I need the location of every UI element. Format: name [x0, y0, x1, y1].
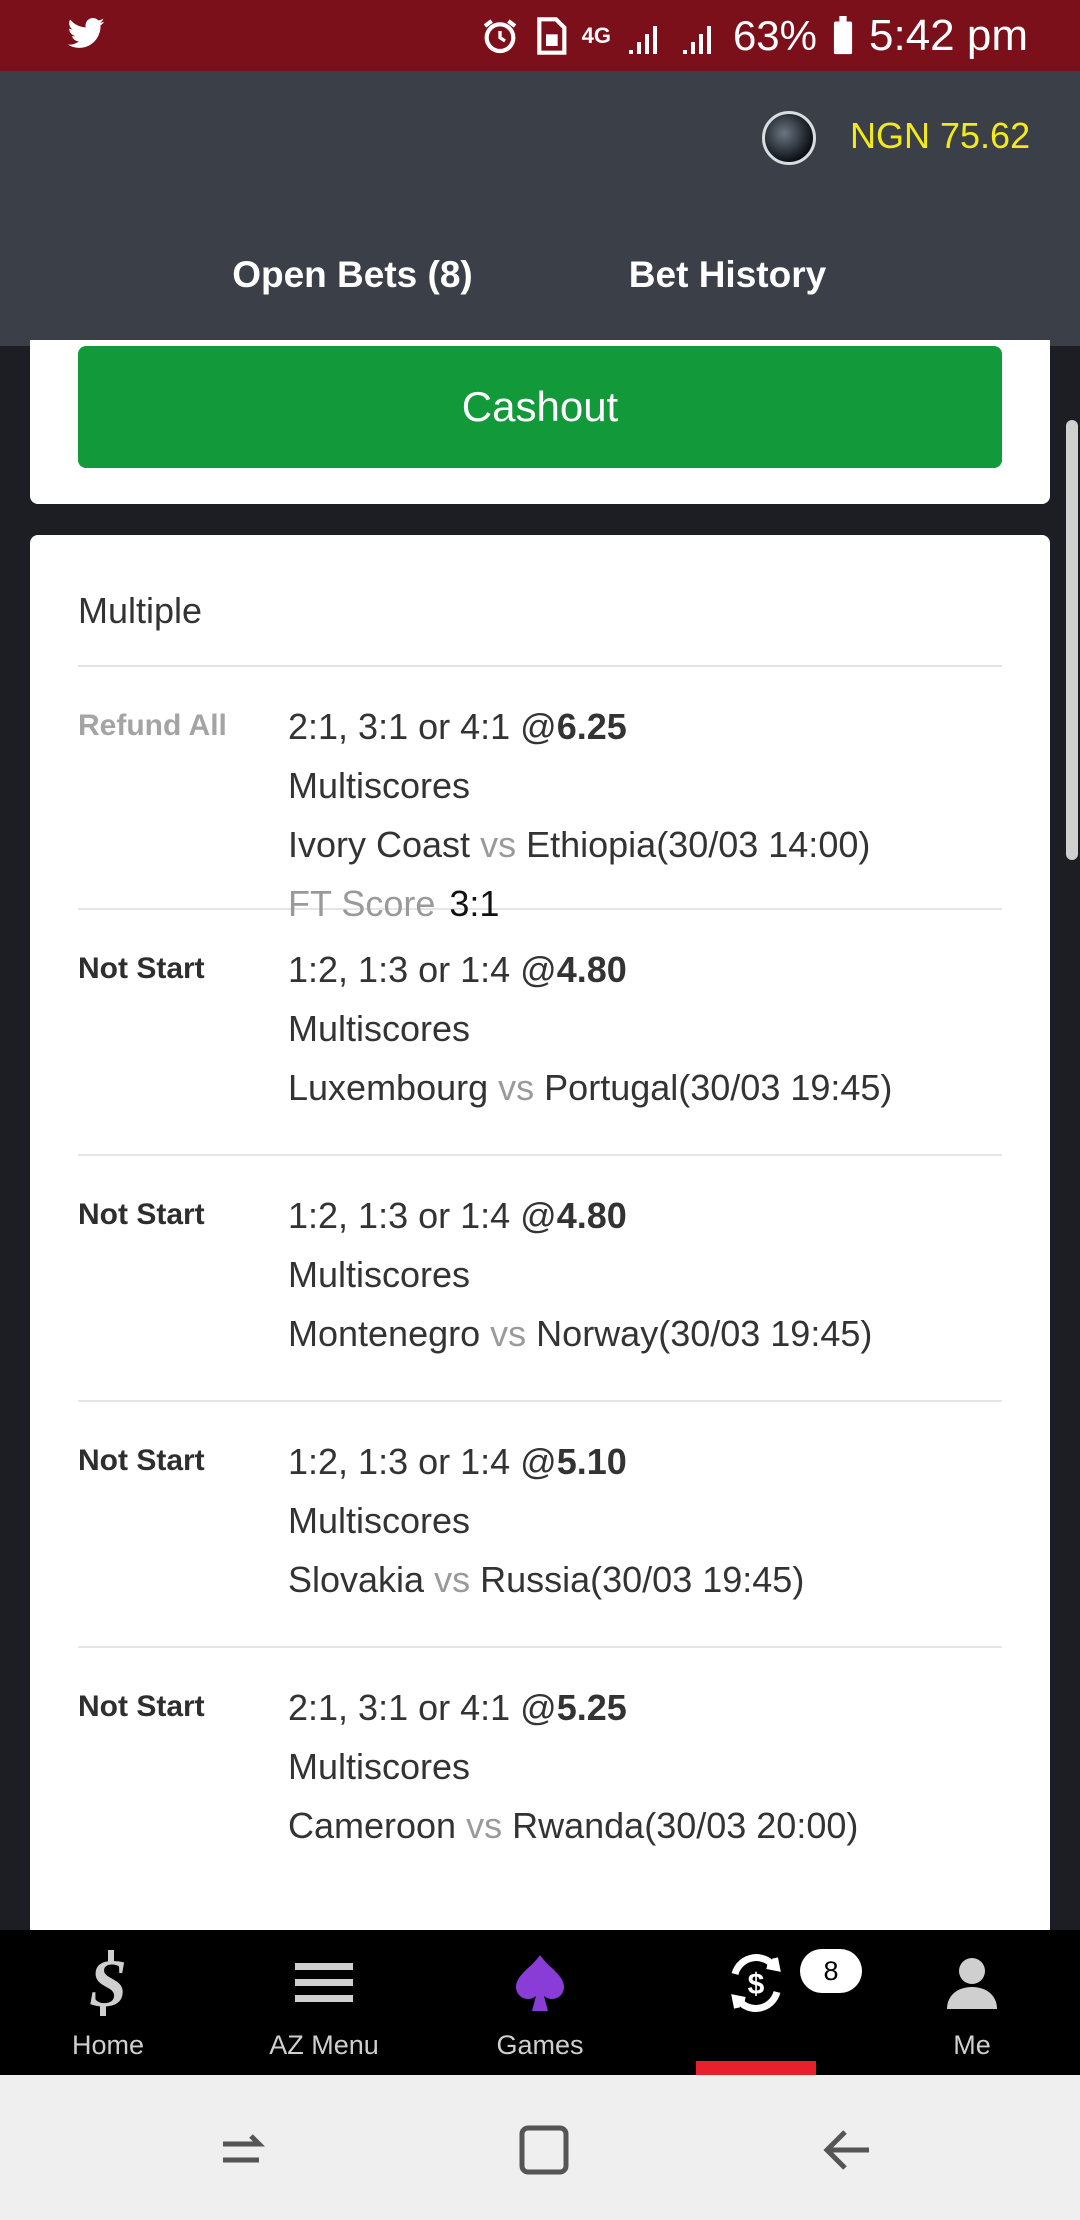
bet-type-title: Multiple: [78, 590, 203, 631]
home-team: Luxembourg: [288, 1067, 489, 1108]
dollar-s-icon: S: [0, 1950, 216, 2016]
odds: 6.25: [556, 706, 627, 747]
tab-bet-history[interactable]: Bet History: [540, 226, 915, 346]
bet-row[interactable]: Not Start 1:2, 1:3 or 1:4 @4.80 Multisco…: [78, 1156, 1002, 1402]
home-team: Montenegro: [288, 1313, 481, 1354]
bet-tabs: Open Bets (8) Bet History: [165, 226, 915, 346]
home-team: Cameroon: [288, 1805, 457, 1846]
back-arrow-icon[interactable]: [817, 2120, 877, 2180]
nav-games[interactable]: Games: [432, 1930, 648, 2075]
away-team: Norway(30/03 19:45): [536, 1313, 873, 1354]
active-tab-indicator: [696, 2061, 816, 2075]
nav-label: Me: [953, 2030, 991, 2060]
nav-me[interactable]: Me: [864, 1930, 1080, 2075]
market: Multiscores: [288, 1500, 471, 1541]
selection: 1:2, 1:3 or 1:4 @: [288, 1441, 557, 1482]
bet-details: 1:2, 1:3 or 1:4 @4.80 Multiscores Monten…: [288, 1186, 872, 1363]
open-bets-badge: 8: [800, 1949, 862, 1993]
alarm-icon: [480, 16, 520, 56]
nav-label: AZ Menu: [269, 2030, 379, 2060]
bet-row[interactable]: Not Start 2:1, 3:1 or 4:1 @5.25 Multisco…: [78, 1648, 1002, 1948]
bet-details: 1:2, 1:3 or 1:4 @5.10 Multiscores Slovak…: [288, 1432, 804, 1609]
away-team: Portugal(30/03 19:45): [544, 1067, 893, 1108]
away-team: Russia(30/03 19:45): [480, 1559, 805, 1600]
bet-status: Not Start: [78, 1444, 205, 1477]
clock: 5:42 pm: [869, 10, 1028, 60]
vs-label: vs: [480, 824, 517, 865]
vs-label: vs: [498, 1067, 535, 1108]
bet-details: 2:1, 3:1 or 4:1 @6.25 Multiscores Ivory …: [288, 697, 870, 933]
signal-icon-2: [679, 18, 719, 54]
selection: 1:2, 1:3 or 1:4 @: [288, 1195, 557, 1236]
bet-row[interactable]: Not Start 1:2, 1:3 or 1:4 @4.80 Multisco…: [78, 910, 1002, 1156]
scrollbar[interactable]: [1066, 420, 1078, 860]
odds: 5.25: [556, 1687, 627, 1728]
avatar[interactable]: [762, 111, 816, 165]
odds: 4.80: [556, 949, 627, 990]
system-nav-bar: [0, 2075, 1080, 2220]
multiple-bet-card: Multiple Refund All 2:1, 3:1 or 4:1 @6.2…: [30, 535, 1050, 1995]
home-team: Ivory Coast: [288, 824, 471, 865]
status-bar: 4G 63% 5:42 pm: [0, 0, 1080, 71]
battery-icon: [831, 15, 855, 56]
nav-label: Home: [71, 2030, 145, 2060]
nav-label: Games: [496, 2030, 584, 2060]
battery-percent: 63%: [732, 11, 818, 59]
bet-status: Not Start: [78, 1690, 205, 1723]
market: Multiscores: [288, 1008, 471, 1049]
menu-icon: [216, 1950, 432, 2016]
nav-az-menu[interactable]: AZ Menu: [216, 1930, 432, 2075]
away-team: Ethiopia(30/03 14:00): [526, 824, 871, 865]
tab-open-bets[interactable]: Open Bets (8): [165, 226, 540, 346]
bet-row[interactable]: Not Start 1:2, 1:3 or 1:4 @5.10 Multisco…: [78, 1402, 1002, 1648]
vs-label: vs: [434, 1559, 471, 1600]
bet-status: Refund All: [78, 709, 227, 742]
recent-apps-icon[interactable]: [213, 2120, 273, 2180]
odds: 4.80: [556, 1195, 627, 1236]
market: Multiscores: [288, 765, 471, 806]
account-balance: NGN 75.62: [850, 115, 1031, 156]
bet-status: Not Start: [78, 952, 205, 985]
svg-text:$: $: [748, 1968, 765, 2001]
bottom-nav: S Home AZ Menu Games $ Me: [0, 1930, 1080, 2075]
spade-icon: [432, 1950, 648, 2016]
network-type: 4G: [581, 22, 611, 48]
bet-row[interactable]: Refund All 2:1, 3:1 or 4:1 @6.25 Multisc…: [78, 667, 1002, 924]
vs-label: vs: [466, 1805, 503, 1846]
away-team: Rwanda(30/03 20:00): [512, 1805, 859, 1846]
home-square-icon[interactable]: [514, 2120, 574, 2180]
selection: 2:1, 3:1 or 4:1 @: [288, 706, 557, 747]
odds: 5.10: [556, 1441, 627, 1482]
signal-icon: [625, 18, 665, 54]
person-icon: [864, 1950, 1080, 2016]
vs-label: vs: [490, 1313, 527, 1354]
market: Multiscores: [288, 1746, 471, 1787]
cashout-button[interactable]: Cashout: [78, 346, 1002, 468]
market: Multiscores: [288, 1254, 471, 1295]
app-header: NGN 75.62 Open Bets (8) Bet History: [0, 71, 1080, 346]
selection: 1:2, 1:3 or 1:4 @: [288, 949, 557, 990]
selection: 2:1, 3:1 or 4:1 @: [288, 1687, 557, 1728]
bet-status: Not Start: [78, 1198, 205, 1231]
twitter-icon: [67, 18, 105, 48]
home-team: Slovakia: [288, 1559, 425, 1600]
sim-card-icon: [534, 16, 568, 56]
bet-details: 1:2, 1:3 or 1:4 @4.80 Multiscores Luxemb…: [288, 940, 892, 1117]
cashout-card: Cashout: [30, 340, 1050, 504]
bet-details: 2:1, 3:1 or 4:1 @5.25 Multiscores Camero…: [288, 1678, 858, 1855]
nav-home[interactable]: S Home: [0, 1930, 216, 2075]
